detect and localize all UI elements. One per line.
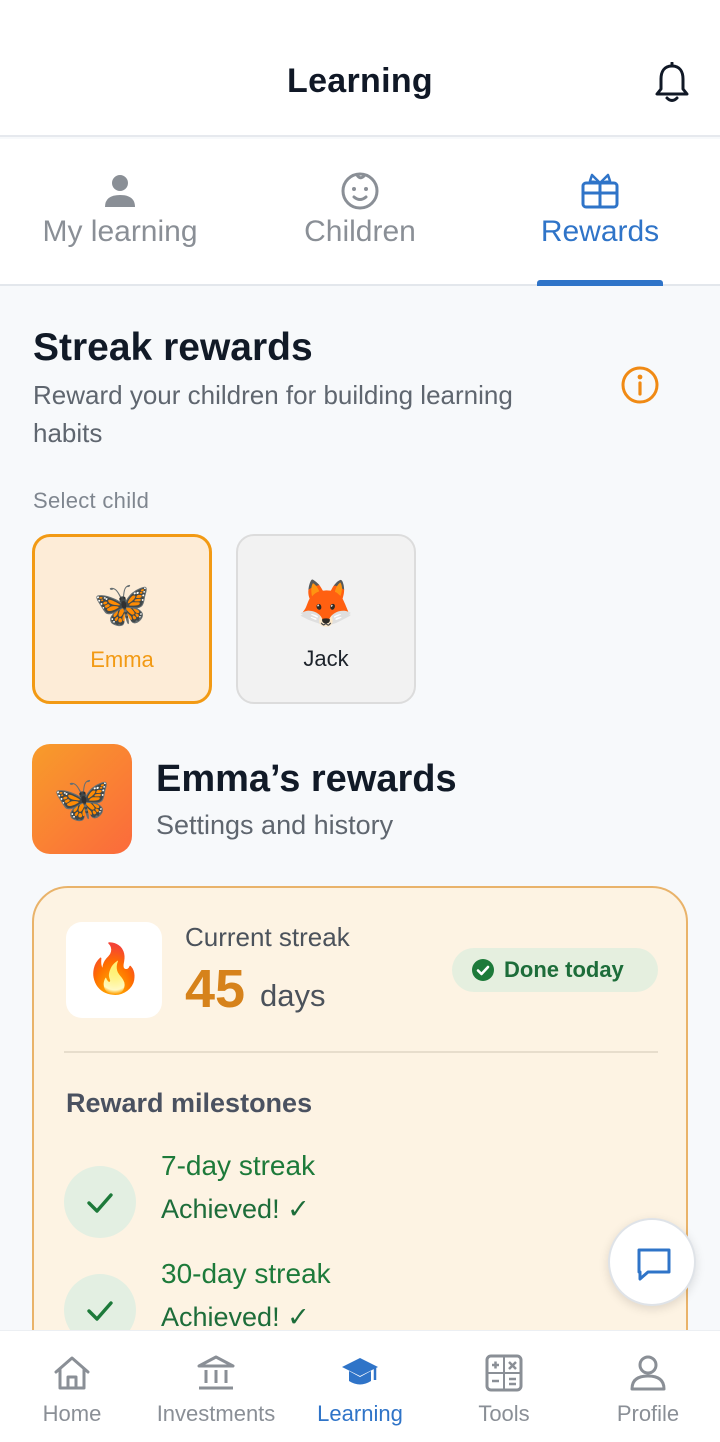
section-title: Streak rewards <box>33 326 313 369</box>
milestones-heading: Reward milestones <box>66 1088 313 1118</box>
status-text: Done today <box>504 957 624 982</box>
chat-button[interactable] <box>608 1218 696 1306</box>
fox-icon: 🦊 <box>297 576 355 630</box>
nav-investments[interactable]: Investments <box>144 1331 288 1442</box>
tab-label: Children <box>304 215 416 248</box>
tab-label: My learning <box>42 215 198 248</box>
tab-my-learning[interactable]: My learning <box>0 139 240 286</box>
child-card-emma[interactable]: 🦋 Emma <box>32 534 212 704</box>
select-child-label: Select child <box>33 488 150 513</box>
check-icon <box>87 1301 113 1321</box>
child-card-jack[interactable]: 🦊 Jack <box>236 534 416 704</box>
milestone-item: 7-day streak Achieved! ✓ <box>64 1150 664 1240</box>
section-subtitle: Reward your children for building learni… <box>33 380 513 448</box>
bank-icon <box>197 1355 235 1390</box>
nav-learning[interactable]: Learning <box>288 1331 432 1442</box>
nav-home[interactable]: Home <box>0 1331 144 1442</box>
person-icon <box>105 175 135 207</box>
tab-rewards[interactable]: Rewards <box>480 139 720 286</box>
home-icon <box>54 1356 90 1390</box>
milestone-badge <box>64 1166 136 1238</box>
child-avatar: 🦋 <box>32 744 132 854</box>
nav-label: Profile <box>616 1401 680 1426</box>
milestone-status: Achieved! ✓ <box>161 1194 310 1224</box>
current-streak-unit: days <box>260 978 326 1013</box>
bell-icon[interactable] <box>652 62 692 104</box>
tab-children[interactable]: Children <box>240 139 480 286</box>
chat-icon <box>637 1248 671 1281</box>
butterfly-icon: 🦋 <box>53 773 111 825</box>
status-badge: Done today <box>452 948 658 992</box>
nav-label: Tools <box>478 1401 530 1426</box>
fire-icon: 🔥 <box>84 943 144 996</box>
rewards-subtitle: Settings and history <box>156 810 394 840</box>
nav-label: Investments <box>156 1401 276 1426</box>
divider <box>64 1051 658 1053</box>
nav-label: Learning <box>317 1401 403 1426</box>
page-title: Learning <box>287 62 433 100</box>
current-streak-label: Current streak <box>185 922 350 952</box>
rewards-title: Emma’s rewards <box>156 758 457 800</box>
check-icon <box>87 1193 113 1213</box>
profile-icon <box>630 1355 666 1391</box>
info-icon[interactable] <box>620 365 660 405</box>
calculator-icon <box>485 1354 523 1392</box>
tab-bar: My learning Children Rewards <box>0 139 720 286</box>
baby-face-icon <box>341 172 379 210</box>
check-circle-icon <box>472 959 494 981</box>
milestone-name: 30-day streak <box>161 1258 331 1289</box>
gift-card-icon <box>581 173 619 209</box>
butterfly-icon: 🦋 <box>93 577 151 631</box>
app-header: Learning <box>0 0 720 137</box>
nav-profile[interactable]: Profile <box>576 1331 720 1442</box>
milestone-name: 7-day streak <box>161 1150 316 1181</box>
fire-badge: 🔥 <box>66 922 162 1018</box>
child-name: Jack <box>303 646 349 671</box>
graduation-cap-icon <box>342 1358 378 1385</box>
tab-label: Rewards <box>540 215 660 248</box>
nav-label: Home <box>42 1401 102 1426</box>
active-tab-indicator <box>537 280 663 286</box>
current-streak-value: 45 <box>185 959 246 1019</box>
child-name: Emma <box>90 647 154 672</box>
bottom-nav: Home Investments Learning Tools Profile <box>0 1330 720 1442</box>
nav-tools[interactable]: Tools <box>432 1331 576 1442</box>
milestone-status: Achieved! ✓ <box>161 1302 310 1332</box>
